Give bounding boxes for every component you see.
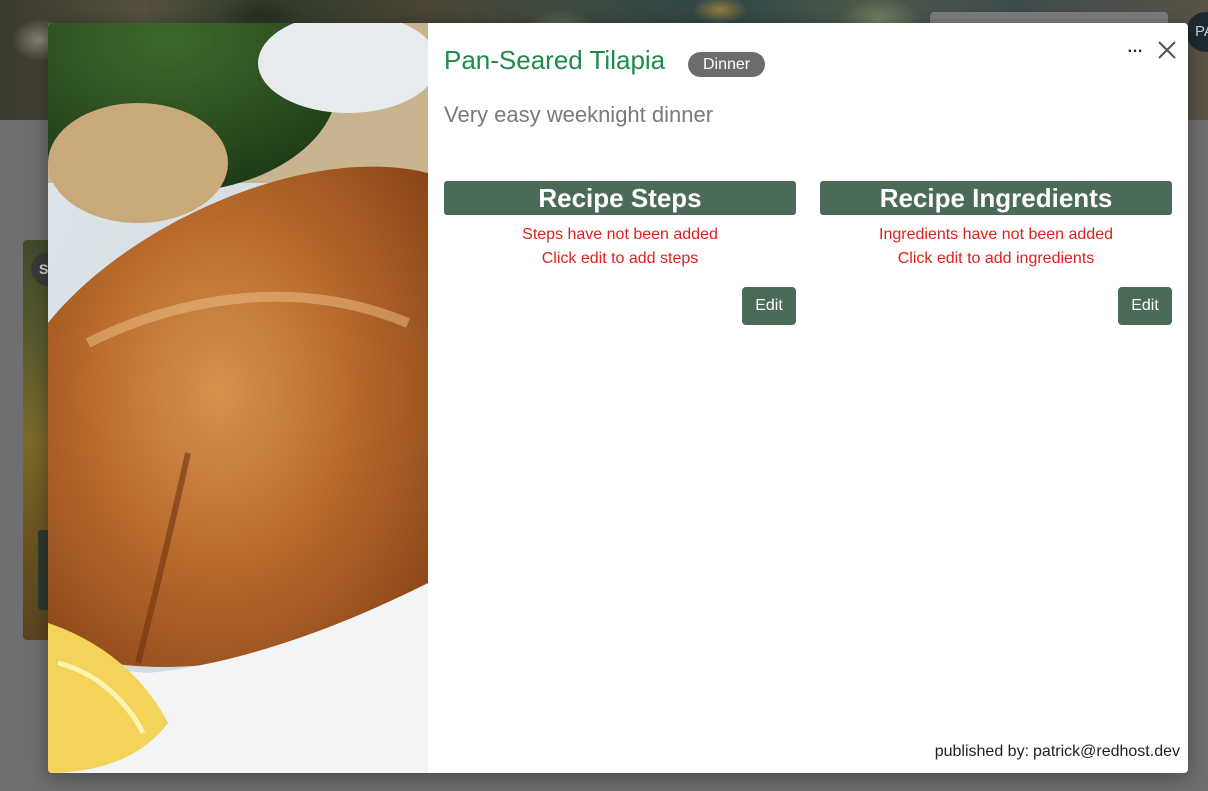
close-icon[interactable] [1155, 38, 1179, 62]
recipe-modal: Pan-Seared Tilapia Dinner … Very easy we… [48, 23, 1188, 773]
ingredients-empty-line: Ingredients have not been added [879, 226, 1113, 243]
published-by-label: published by: [934, 743, 1030, 760]
recipe-details: Pan-Seared Tilapia Dinner … Very easy we… [428, 23, 1188, 773]
more-options-icon[interactable]: … [1124, 39, 1146, 61]
category-badge: Dinner [688, 52, 766, 77]
recipe-ingredients-section: Recipe Ingredients Ingredients have not … [820, 181, 1172, 325]
recipe-description: Very easy weeknight dinner [444, 102, 714, 127]
published-by: published by: patrick@redhost.dev [935, 743, 1180, 761]
edit-ingredients-button[interactable]: Edit [1118, 287, 1172, 325]
recipe-title: Pan-Seared Tilapia [444, 45, 666, 75]
steps-empty-line: Steps have not been added [522, 226, 718, 243]
edit-steps-button[interactable]: Edit [742, 287, 796, 325]
steps-empty-hint: Click edit to add steps [541, 250, 699, 267]
ingredients-empty-hint: Click edit to add ingredients [897, 250, 1095, 267]
recipe-ingredients-header: Recipe Ingredients [820, 181, 1172, 215]
steps-empty-message: Steps have not been added Click edit to … [444, 223, 796, 271]
recipe-photo-illustration [48, 23, 428, 773]
published-by-email: patrick@redhost.dev [1033, 743, 1180, 760]
recipe-photo [48, 23, 428, 773]
ingredients-empty-message: Ingredients have not been added Click ed… [820, 223, 1172, 271]
recipe-steps-section: Recipe Steps Steps have not been added C… [444, 181, 796, 325]
recipe-steps-header: Recipe Steps [444, 181, 796, 215]
